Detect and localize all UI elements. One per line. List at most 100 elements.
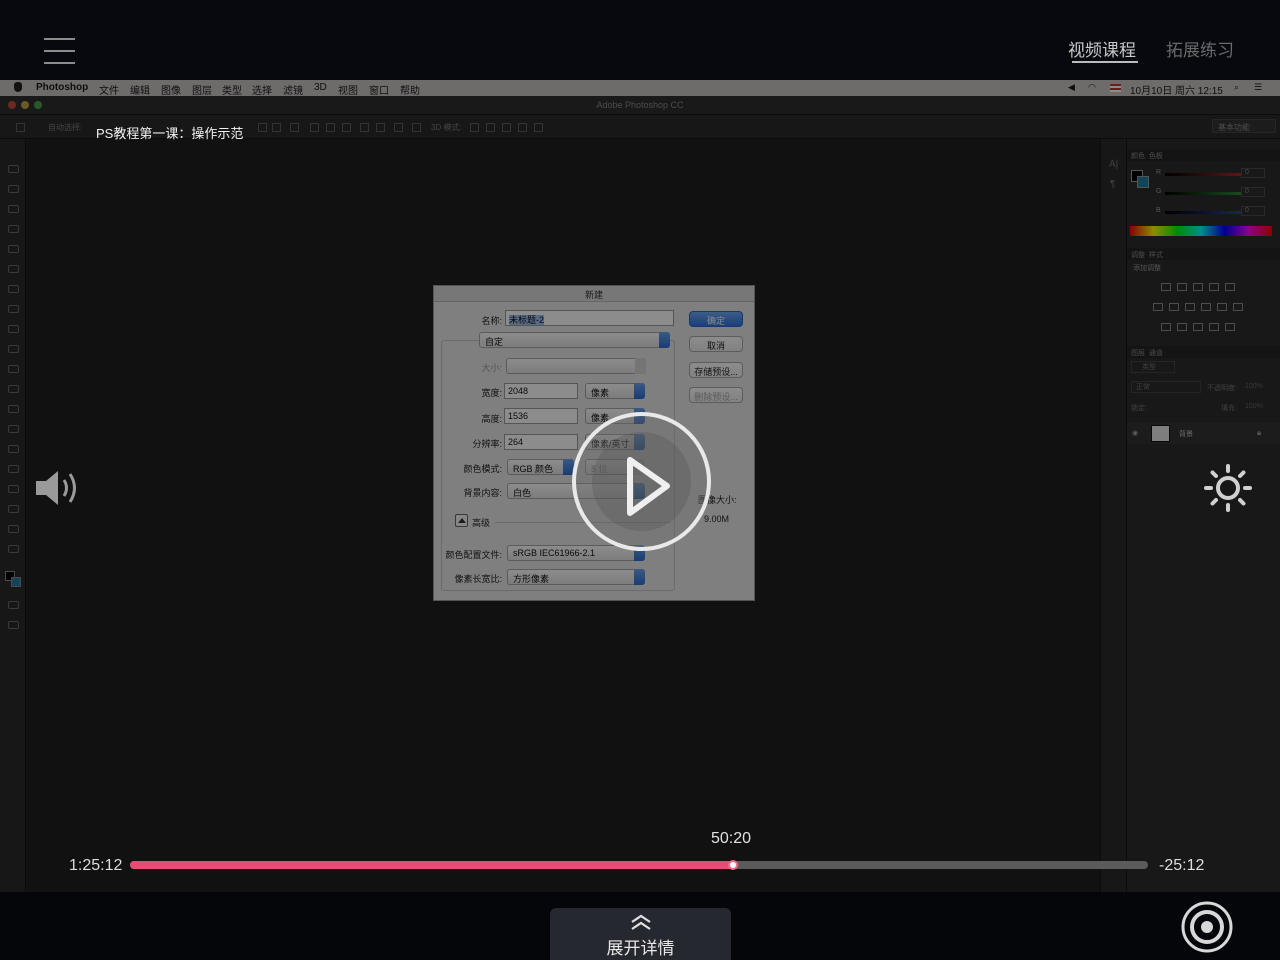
distribute-icon <box>310 123 319 132</box>
advanced-label: 高级 <box>472 518 491 528</box>
lock-label: 锁定: <box>1131 405 1147 412</box>
menu-item: 图层 <box>192 86 212 97</box>
eyedropper-tool-icon <box>8 265 19 273</box>
tab-video-course[interactable]: 视频课程 <box>1068 36 1136 61</box>
progress-fill <box>130 861 733 869</box>
channel-b-label: B <box>1156 207 1161 214</box>
opacity-label: 不透明度: <box>1207 385 1237 392</box>
balance-adjust-icon <box>1169 303 1179 311</box>
speaker-icon: ◀ <box>1068 82 1075 92</box>
select-arrow-icon <box>634 383 645 399</box>
posterize-adjust-icon <box>1177 323 1187 331</box>
3d-roll-icon <box>486 123 495 132</box>
lasso-tool-icon <box>8 205 19 213</box>
color-mode-value: RGB 颜色 <box>513 464 554 474</box>
color-profile-label: 颜色配置文件: <box>445 550 502 560</box>
menu-item: 窗口 <box>369 86 389 97</box>
zoom-tool-icon <box>8 545 19 553</box>
tab-active-underline <box>1072 61 1138 63</box>
brightness-icon[interactable] <box>1204 464 1252 512</box>
menubar-clock: 10月10日 周六 12:15 <box>1130 86 1223 97</box>
bg-color-swatch <box>1137 176 1149 188</box>
workspace-select: 基本功能 <box>1212 119 1276 133</box>
pixel-aspect-value: 方形像素 <box>513 574 550 584</box>
tab-extended-practice[interactable]: 拓展练习 <box>1166 36 1234 61</box>
hamburger-menu-icon[interactable] <box>44 38 75 64</box>
bw-adjust-icon <box>1185 303 1195 311</box>
auto-select-label: 自动选择: <box>48 123 83 132</box>
dodge-tool-icon <box>8 425 19 433</box>
width-unit-select: 像素 <box>585 383 645 399</box>
stamp-tool-icon <box>8 325 19 333</box>
menu-item: 图像 <box>161 86 181 97</box>
top-bar: 视频课程 拓展练习 <box>0 0 1280 80</box>
distribute-icon <box>394 123 403 132</box>
screen-mode-icon <box>8 621 19 629</box>
path-select-tool-icon <box>8 485 19 493</box>
crop-tool-icon <box>8 245 19 253</box>
wifi-icon: ◠ <box>1088 82 1096 92</box>
layer-name: 背景 <box>1179 431 1193 438</box>
app-name: Photoshop <box>36 82 89 93</box>
dialog-title: 新建 <box>434 286 754 302</box>
shape-tool-icon <box>8 505 19 513</box>
name-field: 未标题-2 <box>505 310 674 326</box>
lock-icon: 🔒︎ <box>1257 428 1262 437</box>
record-icon[interactable] <box>1180 900 1234 954</box>
play-icon <box>627 457 670 516</box>
size-select <box>506 358 646 374</box>
panel-tab: 调整 <box>1131 252 1145 259</box>
width-field: 2048 <box>504 383 578 399</box>
vibrance-adjust-icon <box>1225 283 1235 291</box>
name-value: 未标题-2 <box>509 315 545 325</box>
color-spectrum-bar <box>1130 226 1272 236</box>
3d-drag-icon <box>502 123 511 132</box>
cancel-button: 取消 <box>689 336 743 352</box>
color-panel-tabs: 颜色 色板 <box>1127 149 1280 161</box>
pen-tool-icon <box>8 445 19 453</box>
healing-tool-icon <box>8 285 19 293</box>
opacity-value: 100% <box>1245 383 1263 390</box>
brightness-adjust-icon <box>1161 283 1171 291</box>
hand-tool-icon <box>8 525 19 533</box>
height-field: 1536 <box>504 408 578 424</box>
gradient-map-adjust-icon <box>1209 323 1219 331</box>
ps-right-panels: 颜色 色板 R 0 G 0 B 0 调整 样式 添加调整 图层 通道 类型 正常… <box>1126 139 1280 892</box>
notification-icon: ☰ <box>1254 82 1263 92</box>
menu-item: 选择 <box>252 86 272 97</box>
select-arrow-icon <box>635 358 646 374</box>
pixel-aspect-label: 像素长宽比: <box>454 574 502 584</box>
3d-scale-icon <box>534 123 543 132</box>
menu-item: 滤镜 <box>283 86 303 97</box>
invert-adjust-icon <box>1161 323 1171 331</box>
ok-button: 确定 <box>689 311 743 327</box>
layer-row: ◉ 背景 🔒︎ <box>1127 422 1280 444</box>
curves-adjust-icon <box>1193 283 1203 291</box>
progress-handle[interactable] <box>727 860 738 870</box>
distribute-icon <box>342 123 351 132</box>
menu-item: 帮助 <box>400 86 420 97</box>
save-preset-button: 存储预设... <box>689 362 743 378</box>
expand-details-label: 展开详情 <box>606 939 675 958</box>
video-title: PS教程第一课：操作示范 <box>96 126 244 141</box>
flag-icon <box>1110 84 1121 92</box>
video-player-screen: 视频课程 拓展练习 Photoshop 文件 编辑 图像 图层 类型 选择 滤镜… <box>0 0 1280 960</box>
background-color-swatch <box>11 577 21 587</box>
blur-tool-icon <box>8 405 19 413</box>
channel-g-value: 0 <box>1241 187 1265 197</box>
adjust-panel-tabs: 调整 样式 <box>1127 248 1280 260</box>
play-button[interactable] <box>572 412 711 551</box>
align-icon <box>290 123 299 132</box>
color-mode-label: 颜色模式: <box>463 464 502 474</box>
volume-icon[interactable] <box>34 466 82 510</box>
3d-rotate-icon <box>470 123 479 132</box>
name-label: 名称: <box>481 316 502 326</box>
align-icon <box>272 123 281 132</box>
select-arrow-icon <box>659 332 670 348</box>
quick-mask-icon <box>8 601 19 609</box>
apple-logo-icon <box>14 82 22 92</box>
channel-g-label: G <box>1156 188 1162 195</box>
expand-details-button[interactable]: 展开详情 <box>550 908 731 960</box>
color-profile-value: sRGB IEC61966-2.1 <box>513 548 596 558</box>
progress-bar[interactable] <box>130 860 1148 870</box>
